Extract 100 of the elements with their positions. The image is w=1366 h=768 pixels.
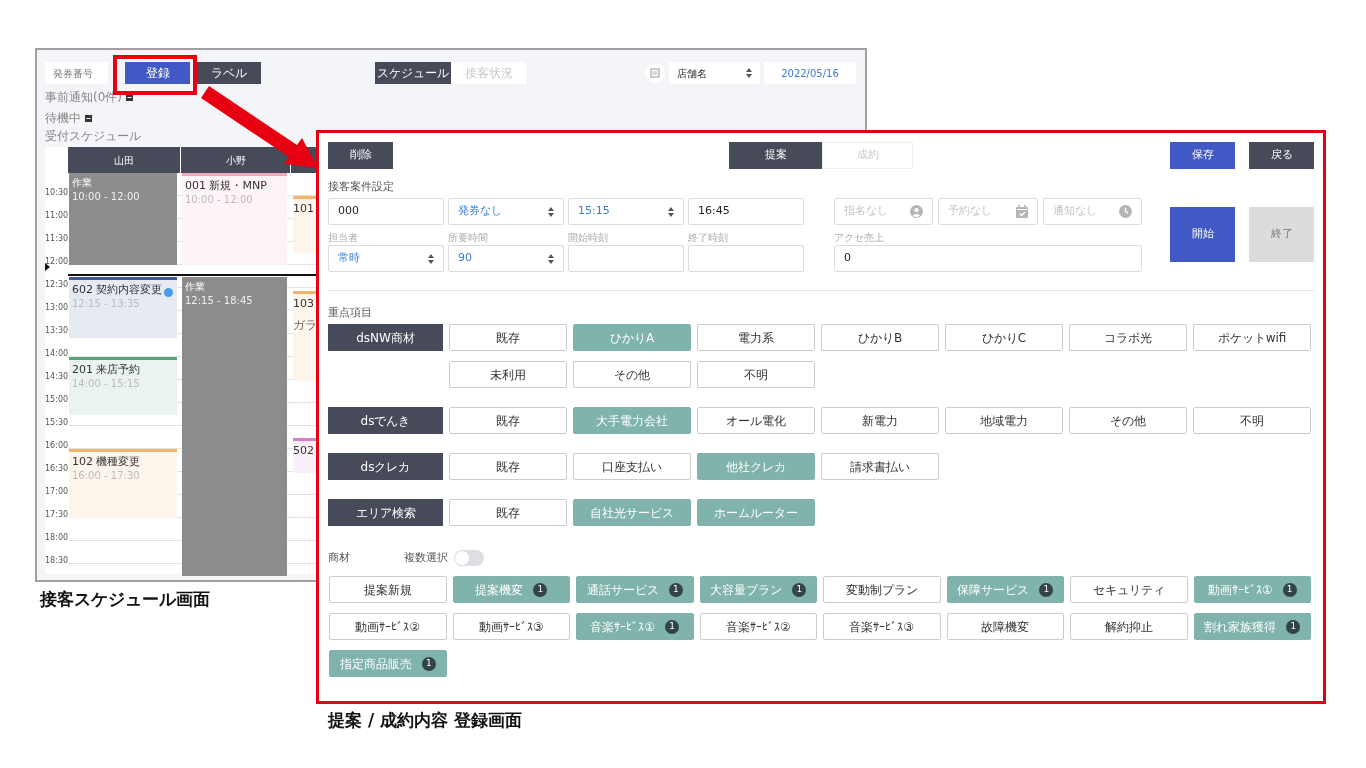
product-button[interactable]: 故障機変 [946,613,1064,640]
date-field[interactable]: 2022/05/16 [764,62,856,84]
back-button[interactable]: 戻る [1249,142,1314,169]
time-label: 12:00 [45,257,69,267]
count-badge: 1 [421,656,436,671]
appointment-card[interactable]: 201 来店予約 14:00 - 15:15 [69,357,177,415]
category-label: dsでんき [328,407,443,434]
start-button[interactable]: 開始 [1170,207,1235,262]
store-select[interactable]: 店舗名 [669,62,760,84]
section-label: 待機中 [45,111,81,125]
appointment-title: 602 契約内容変更 [72,282,164,297]
product-button[interactable]: 保障サービス 1 [946,576,1064,603]
appointment-note: ガラ [293,319,317,332]
option-button[interactable]: 新電力 [821,407,939,434]
product-button[interactable]: 動画ｻｰﾋﾞｽ② [329,613,447,640]
product-button[interactable]: 提案新規 [329,576,447,603]
time-label: 11:00 [45,211,69,221]
product-button[interactable]: 大容量プラン 1 [699,576,817,603]
save-button[interactable]: 保存 [1170,142,1235,169]
appointment-card[interactable]: 502 [293,438,317,473]
collapse-icon [85,114,92,122]
select-field[interactable]: 15:15 [568,198,684,225]
field-label: 担当者 [328,232,359,244]
option-button[interactable]: 不明 [697,361,815,388]
staff-column-header: 山田 [68,147,180,173]
product-button[interactable]: 指定商品販売 1 [329,650,447,677]
field-label: 終了時刻 [688,232,729,244]
screen-caption: 提案 / 成約内容 登録画面 [328,709,522,732]
option-button[interactable]: オール電化 [697,407,815,434]
time-label: 14:00 [45,349,69,359]
product-button[interactable]: 動画ｻｰﾋﾞｽ③ [452,613,570,640]
product-button[interactable]: 解約抑止 [1070,613,1188,640]
option-button[interactable]: 既存 [449,324,567,351]
time-label: 15:30 [45,418,69,428]
appointment-time: 10:00 - 12:00 [185,193,254,206]
option-button[interactable]: 口座支払い [573,453,691,480]
option-button[interactable]: 請求書払い [821,453,939,480]
count-badge: 1 [665,619,680,634]
input-field[interactable] [568,245,684,272]
select-arrows-icon [746,68,752,78]
product-button[interactable]: 音楽ｻｰﾋﾞｽ② [699,613,817,640]
appointment-card[interactable]: 001 新規・MNP 10:00 - 12:00 [182,173,287,265]
user-icon [910,205,923,218]
product-button[interactable]: 割れ家族獲得 1 [1193,613,1311,640]
option-button[interactable]: ひかりB [821,324,939,351]
option-button[interactable]: 電力系 [697,324,815,351]
product-button[interactable]: 動画ｻｰﾋﾞｽ① 1 [1193,576,1311,603]
list-icon[interactable] [645,63,665,83]
appointment-title: 201 来店予約 [72,363,142,377]
appointment-title: 102 機種変更 [72,455,142,469]
field-label: 所要時間 [448,232,489,244]
mode-tab[interactable]: 提案 [729,142,822,169]
option-button[interactable]: 未利用 [449,361,567,388]
time-label: 11:30 [45,234,69,244]
option-button[interactable]: その他 [573,361,691,388]
select-field[interactable]: 90 [448,245,564,272]
select-field[interactable]: 発券なし [448,198,564,225]
option-button[interactable]: 地域電力 [945,407,1063,434]
select-arrows-icon [548,253,554,264]
section-title: 重点項目 [328,306,373,320]
toggle-switch[interactable] [454,550,484,566]
time-label: 12:30 [45,280,69,290]
input-field[interactable]: 0 [834,245,1142,272]
input-field[interactable]: 16:45 [688,198,804,225]
appointment-card[interactable]: 101 [293,196,317,253]
product-button[interactable]: 音楽ｻｰﾋﾞｽ③ [823,613,941,640]
select-field[interactable]: 常時 [328,245,444,272]
option-button[interactable]: その他 [1069,407,1187,434]
appointment-card[interactable]: 103 ガラ [293,291,317,381]
field-label: アクセ売上 [834,232,885,244]
product-button[interactable]: 音楽ｻｰﾋﾞｽ① 1 [576,613,694,640]
option-button[interactable]: コラボ光 [1069,324,1187,351]
input-field[interactable] [688,245,804,272]
ticket-number-field[interactable]: 発券番号 [45,62,108,84]
appointment-title: 作業 [185,279,206,294]
label-button[interactable]: ラベル [197,62,261,84]
product-button[interactable]: 通話サービス 1 [576,576,694,603]
product-button[interactable]: 変動制プラン [823,576,941,603]
collapse-icon [126,93,133,101]
appointment-time: 12:15 - 18:45 [185,293,254,307]
appointment-card[interactable]: 102 機種変更 16:00 - 17:30 [69,449,177,518]
product-button[interactable]: 提案機変 1 [452,576,570,603]
view-tab[interactable]: スケジュール [375,62,451,84]
option-button[interactable]: 既存 [449,407,567,434]
delete-button[interactable]: 削除 [328,142,393,169]
time-label: 16:00 [45,441,69,451]
appointment-time: 10:00 - 12:00 [72,190,141,203]
schedule-title: 受付スケジュール [45,129,142,143]
section-title: 商材 [328,551,350,565]
option-button[interactable]: ひかりC [945,324,1063,351]
field-label: 開始時刻 [568,232,609,244]
register-button[interactable]: 登録 [125,62,190,84]
option-button[interactable]: 既存 [449,499,567,526]
product-button[interactable]: セキュリティ [1070,576,1188,603]
input-field[interactable]: 000 [328,198,444,225]
select-arrows-icon [668,206,674,217]
option-button[interactable]: 不明 [1193,407,1311,434]
option-button[interactable]: ポケットwifi [1193,324,1311,351]
option-button[interactable]: 既存 [449,453,567,480]
calendar-icon [1016,205,1028,218]
